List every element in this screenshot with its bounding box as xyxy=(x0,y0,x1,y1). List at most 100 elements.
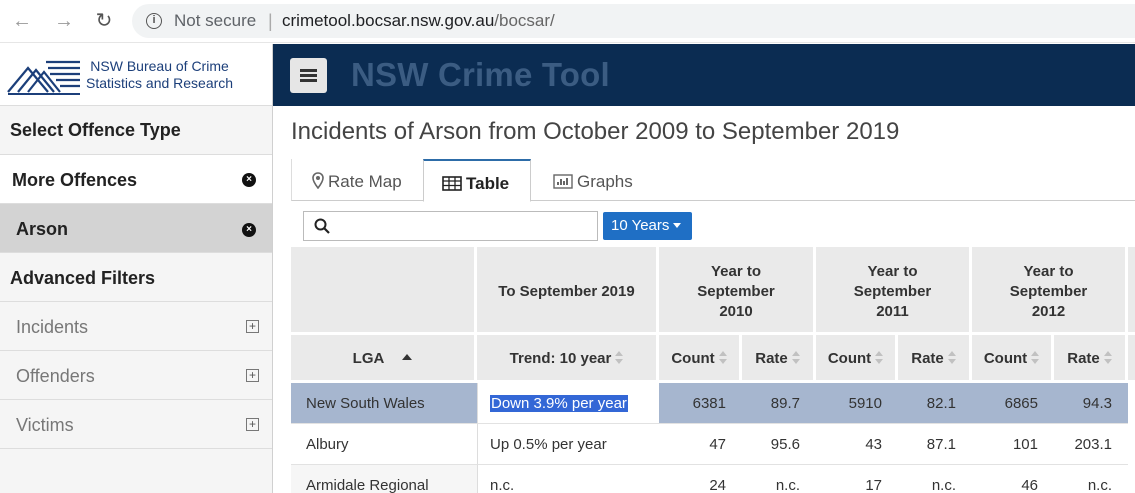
filter-offenders[interactable]: Offenders + xyxy=(0,351,272,400)
col-header-count-2010[interactable]: Count xyxy=(659,335,742,383)
sort-icon xyxy=(718,351,727,365)
reload-icon[interactable]: ↻ xyxy=(92,9,116,33)
bocsar-logo-icon xyxy=(6,54,82,96)
table-cell: 5910 xyxy=(816,383,898,424)
app-title: NSW Crime Tool xyxy=(351,56,610,93)
group-header-2010: Year to September 2010 xyxy=(659,247,816,335)
table-cell: 87.1 xyxy=(898,424,972,465)
search-input[interactable] xyxy=(303,211,598,241)
select-offence-header[interactable]: Select Offence Type xyxy=(0,106,272,155)
table-cell: 6381 xyxy=(659,383,742,424)
forward-arrow-icon[interactable]: → xyxy=(52,9,76,33)
selected-trend-text: Down 3.9% per year xyxy=(490,395,628,412)
table-cell: 46 xyxy=(972,465,1054,493)
filter-victims-label: Victims xyxy=(16,415,74,435)
table-cell: 95.6 xyxy=(742,424,816,465)
table-cell: 94.3 xyxy=(1054,383,1128,424)
col-header-lga[interactable]: LGA xyxy=(291,335,477,383)
view-tabs: Rate Map Table Graphs xyxy=(291,159,1135,202)
more-offences-item[interactable]: More Offences × xyxy=(0,155,272,204)
advanced-filters-label: Advanced Filters xyxy=(10,268,156,288)
col-header-trend[interactable]: Trend: 10 year xyxy=(477,335,659,383)
menu-icon[interactable] xyxy=(290,58,327,93)
col-header-count-label: Count xyxy=(827,350,872,367)
sort-asc-icon xyxy=(402,354,413,360)
table-cell: n.c. xyxy=(898,465,972,493)
years-dropdown-label: 10 Years xyxy=(611,217,670,234)
sort-icon xyxy=(1103,351,1112,365)
table-cell-lga[interactable]: Albury xyxy=(291,424,477,465)
table-cell: 6865 xyxy=(972,383,1054,424)
url-text[interactable]: crimetool.bocsar.nsw.gov.au/bocsar/ xyxy=(282,11,555,31)
remove-arson-icon[interactable]: × xyxy=(242,223,256,237)
tab-table[interactable]: Table xyxy=(423,159,531,202)
col-header-rate-label: Rate xyxy=(911,350,944,367)
table-cell-trend[interactable]: Down 3.9% per year xyxy=(477,383,659,424)
chevron-down-icon xyxy=(673,223,682,228)
table-cell-trend: n.c. xyxy=(477,465,659,493)
browser-toolbar: ← → ↻ i Not secure | crimetool.bocsar.ns… xyxy=(0,0,1135,43)
col-header-count-2012[interactable]: Count xyxy=(972,335,1054,383)
select-offence-label: Select Offence Type xyxy=(10,120,181,140)
page-title: Incidents of Arson from October 2009 to … xyxy=(291,118,900,145)
table-cell-trend: Up 0.5% per year xyxy=(477,424,659,465)
table-cell: 82.1 xyxy=(898,383,972,424)
search-icon xyxy=(314,218,330,234)
back-arrow-icon[interactable]: ← xyxy=(10,9,34,33)
filter-offenders-label: Offenders xyxy=(16,366,95,386)
col-header-rate-label: Rate xyxy=(755,350,788,367)
col-header-count-2011[interactable]: Count xyxy=(816,335,898,383)
arson-item[interactable]: Arson × xyxy=(0,204,272,253)
years-dropdown[interactable]: 10 Years xyxy=(603,212,692,240)
bar-chart-icon xyxy=(553,174,573,189)
col-header-count-label: Count xyxy=(983,350,1028,367)
sort-icon xyxy=(791,351,800,365)
tab-rate-map-label: Rate Map xyxy=(328,172,402,191)
app-header: NSW Crime Tool xyxy=(273,44,1135,106)
url-path: /bocsar/ xyxy=(494,11,555,30)
col-header-trend-label: Trend: 10 year xyxy=(509,350,612,367)
tab-table-label: Table xyxy=(466,174,510,193)
map-marker-icon xyxy=(312,172,324,190)
table-cell: 17 xyxy=(816,465,898,493)
expand-incidents-icon[interactable]: + xyxy=(246,320,259,333)
advanced-filters-header[interactable]: Advanced Filters xyxy=(0,253,272,302)
logo[interactable]: NSW Bureau of Crime Statistics and Resea… xyxy=(0,44,272,106)
not-secure-label: Not secure xyxy=(174,11,257,30)
col-header-rate-2011[interactable]: Rate xyxy=(898,335,972,383)
table-cell: 89.7 xyxy=(742,383,816,424)
col-header-rate-2010[interactable]: Rate xyxy=(742,335,816,383)
table-cell-lga[interactable]: Armidale Regional xyxy=(291,465,477,493)
group-header-2011: Year to September 2011 xyxy=(816,247,972,335)
table-corner-cell xyxy=(291,247,477,335)
col-header-count-label: Count xyxy=(671,350,715,367)
sort-icon xyxy=(615,351,624,365)
url-separator: | xyxy=(268,11,273,31)
tab-graphs[interactable]: Graphs xyxy=(553,159,633,201)
col-header-rate-2012[interactable]: Rate xyxy=(1054,335,1128,383)
group-header-2019: To September 2019 xyxy=(477,247,659,335)
expand-victims-icon[interactable]: + xyxy=(246,418,259,431)
address-bar[interactable]: i Not secure | crimetool.bocsar.nsw.gov.… xyxy=(132,4,1135,38)
logo-line-1: NSW Bureau of Crime xyxy=(90,58,229,74)
remove-more-offences-icon[interactable]: × xyxy=(242,173,256,187)
table-cell: 101 xyxy=(972,424,1054,465)
sort-icon xyxy=(1031,351,1040,365)
sort-icon xyxy=(875,351,884,365)
table-cell-lga[interactable]: New South Wales xyxy=(291,383,477,424)
info-icon[interactable]: i xyxy=(146,13,162,29)
table-cell: n.c. xyxy=(1054,465,1128,493)
table-cell: 47 xyxy=(659,424,742,465)
filter-incidents[interactable]: Incidents + xyxy=(0,302,272,351)
table-cell: 24 xyxy=(659,465,742,493)
table-icon xyxy=(442,176,462,191)
data-table: To September 2019 Year to September 2010 Y… xyxy=(291,247,1135,493)
col-header-lga-label: LGA xyxy=(352,350,385,367)
expand-offenders-icon[interactable]: + xyxy=(246,369,259,382)
filter-incidents-label: Incidents xyxy=(16,317,89,337)
table-cell: 43 xyxy=(816,424,898,465)
filter-victims[interactable]: Victims + xyxy=(0,400,272,449)
col-header-overflow xyxy=(1128,335,1135,383)
tab-rate-map[interactable]: Rate Map xyxy=(312,159,402,201)
url-host: crimetool.bocsar.nsw.gov.au xyxy=(282,11,495,30)
